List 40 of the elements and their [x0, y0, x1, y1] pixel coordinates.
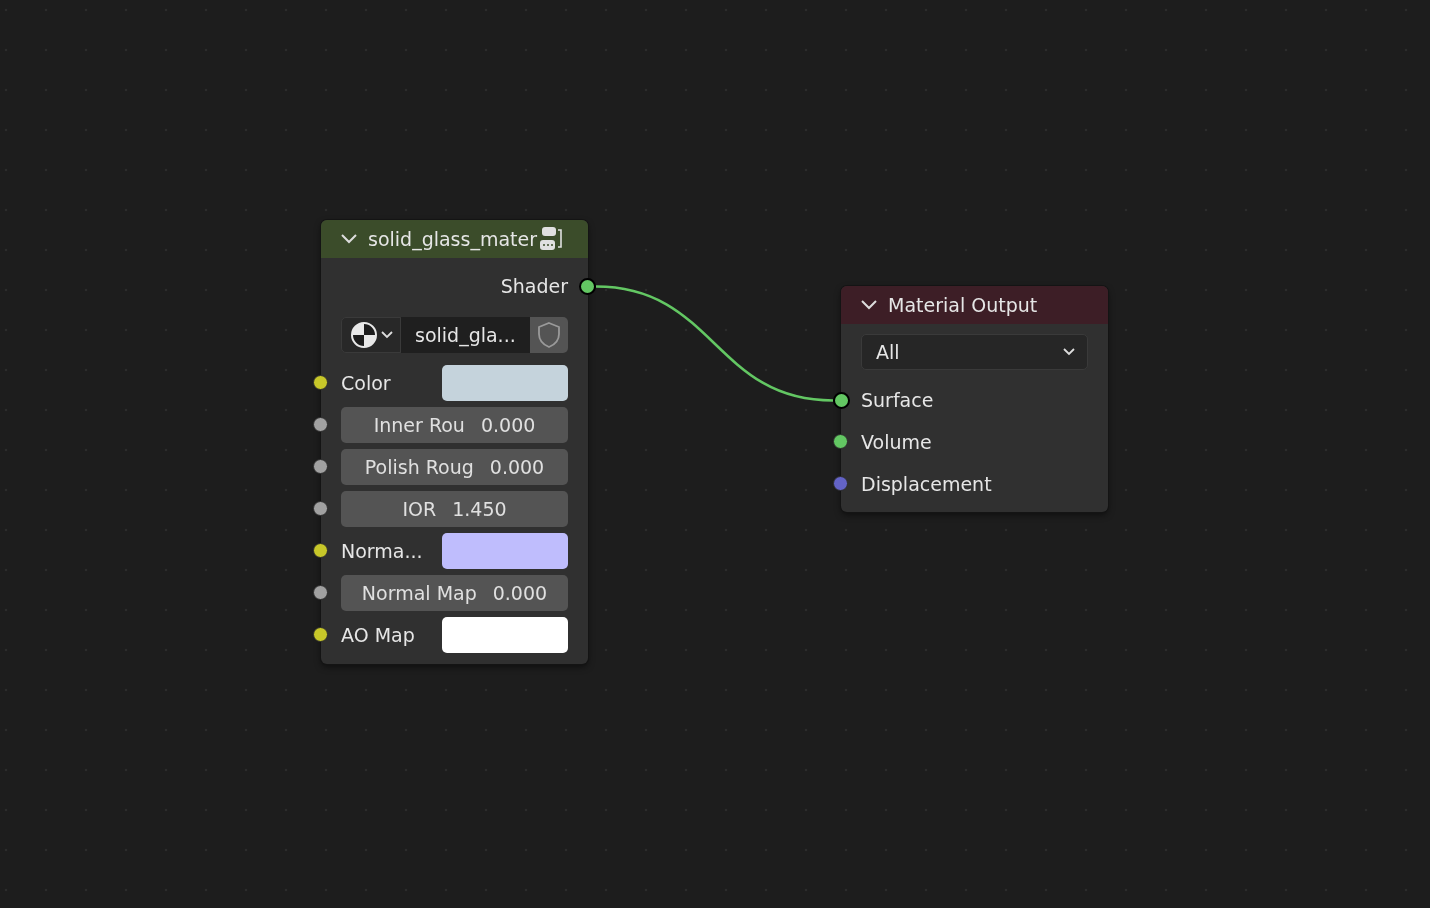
socket-label: Surface — [861, 389, 934, 411]
chevron-down-icon[interactable] — [861, 300, 877, 310]
socket-label: Color — [341, 372, 392, 394]
value-field[interactable]: Inner Rou 0.000 — [341, 407, 568, 443]
fake-user-button[interactable] — [530, 317, 568, 353]
target-dropdown[interactable]: All — [861, 334, 1088, 370]
socket-dot[interactable] — [313, 543, 328, 558]
socket-dot[interactable] — [313, 501, 328, 516]
shield-icon — [537, 322, 561, 348]
value-field[interactable]: IOR 1.450 — [341, 491, 568, 527]
material-sphere-icon — [349, 321, 378, 349]
socket-dot[interactable] — [313, 375, 328, 390]
value-field[interactable]: Normal Map 0.000 — [341, 575, 568, 611]
socket-label: AO Map — [341, 624, 416, 646]
socket-dot[interactable] — [313, 627, 328, 642]
socket-dot[interactable] — [833, 392, 850, 409]
color-swatch[interactable] — [442, 533, 568, 569]
material-name-field[interactable]: solid_gla... — [401, 317, 530, 353]
color-swatch[interactable] — [442, 617, 568, 653]
node-header[interactable]: Material Output — [841, 286, 1108, 324]
caret-icon — [1063, 348, 1075, 356]
chevron-down-icon[interactable] — [341, 234, 357, 244]
socket-dot[interactable] — [833, 476, 848, 491]
socket-dot[interactable] — [833, 434, 848, 449]
socket-dot[interactable] — [313, 417, 328, 432]
node-title: solid_glass_mater — [368, 228, 538, 250]
socket-dot[interactable] — [313, 459, 328, 474]
socket-label: Norma... — [341, 540, 424, 562]
color-swatch[interactable] — [442, 365, 568, 401]
caret-icon — [380, 331, 393, 339]
socket-label: Volume — [861, 431, 932, 453]
socket-dot[interactable] — [579, 278, 596, 295]
node-link[interactable] — [595, 285, 834, 402]
socket-label: Shader — [500, 275, 568, 297]
material-selector[interactable] — [341, 317, 401, 353]
socket-label: Displacement — [861, 473, 992, 495]
node-header[interactable]: solid_glass_mater — [321, 220, 588, 258]
node-title: Material Output — [888, 294, 1038, 316]
value-field[interactable]: Polish Roug 0.000 — [341, 449, 568, 485]
socket-dot[interactable] — [313, 585, 328, 600]
